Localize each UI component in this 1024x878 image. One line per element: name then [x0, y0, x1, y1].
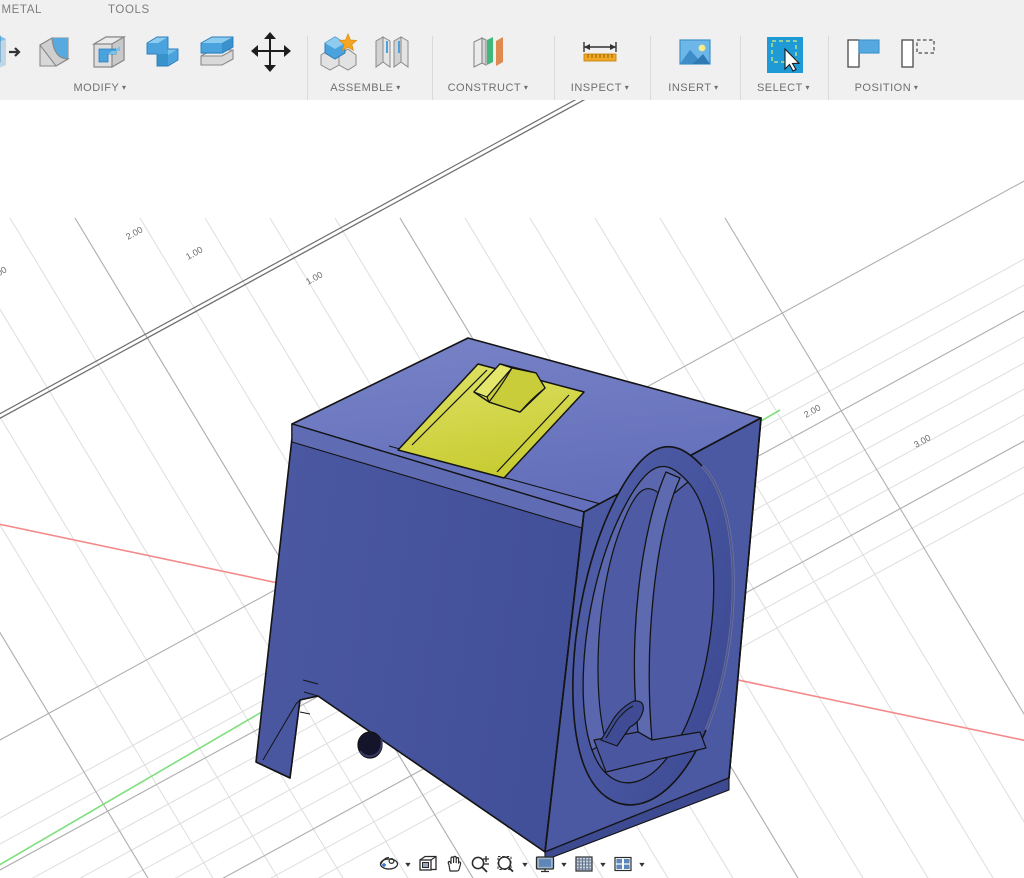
- ribbon-tab-strip: ET METAL TOOLS: [0, 0, 1024, 22]
- ribbon-panel-modify: MODIFY ▾: [0, 22, 291, 100]
- viewport-scene: 3.00 2.00 1.00 1.00 2.00 3.00: [0, 100, 1024, 878]
- chevron-down-icon[interactable]: ▾: [119, 83, 126, 92]
- chevron-down-icon[interactable]: ▾: [622, 83, 629, 92]
- select-window-button[interactable]: [757, 25, 811, 79]
- display-settings-dropdown-caret[interactable]: ▾: [558, 852, 571, 876]
- chevron-down-icon[interactable]: ▾: [803, 83, 810, 92]
- combine-button[interactable]: [136, 25, 190, 79]
- look-at-button[interactable]: [415, 852, 441, 876]
- panel-label-inspect: INSPECT: [570, 82, 622, 94]
- grid-label: 3.00: [912, 433, 932, 450]
- grid-label: 3.00: [0, 265, 8, 282]
- align-button[interactable]: [836, 25, 890, 79]
- fusion360-window: ET METAL TOOLS: [0, 0, 1024, 878]
- ribbon-panel-position: POSITION ▾: [829, 22, 944, 100]
- measure-button[interactable]: [573, 25, 627, 79]
- viewports-button[interactable]: [610, 852, 636, 876]
- press-pull-button[interactable]: [0, 25, 28, 79]
- viewports-dropdown-caret[interactable]: ▾: [636, 852, 649, 876]
- move-copy-button[interactable]: [244, 25, 298, 79]
- grid-snaps-button[interactable]: [571, 852, 597, 876]
- grid-label: 1.00: [184, 245, 204, 262]
- model-fan-shroud[interactable]: [255, 337, 762, 861]
- ribbon-toolbar: MODIFY ▾ ASSEMBLE ▾ CONSTRUCT ▾ INSPECT …: [0, 22, 1024, 108]
- canvas-viewport[interactable]: 3.00 2.00 1.00 1.00 2.00 3.00: [0, 100, 1024, 878]
- fit-button[interactable]: [493, 852, 519, 876]
- display-settings-button[interactable]: [532, 852, 558, 876]
- grid-label: 1.00: [304, 270, 324, 287]
- ribbon-panel-inspect: INSPECT ▾: [555, 22, 645, 100]
- orbit-button[interactable]: [376, 852, 402, 876]
- ribbon-panel-assemble: ASSEMBLE ▾: [308, 22, 423, 100]
- split-body-button[interactable]: [190, 25, 244, 79]
- chevron-down-icon[interactable]: ▾: [521, 83, 528, 92]
- grid-label: 2.00: [124, 225, 144, 242]
- grid-snaps-dropdown-caret[interactable]: ▾: [597, 852, 610, 876]
- insert-canvas-button[interactable]: [668, 25, 722, 79]
- new-component-button[interactable]: [311, 25, 365, 79]
- fillet-button[interactable]: [28, 25, 82, 79]
- ribbon-panel-select: SELECT ▾: [741, 22, 826, 100]
- panel-label-insert: INSERT: [668, 82, 712, 94]
- pan-button[interactable]: [441, 852, 467, 876]
- orbit-dropdown-caret[interactable]: ▾: [402, 852, 415, 876]
- tab-tools[interactable]: TOOLS: [104, 3, 154, 17]
- fit-dropdown-caret[interactable]: ▾: [519, 852, 532, 876]
- chevron-down-icon[interactable]: ▾: [711, 83, 718, 92]
- panel-label-modify: MODIFY: [73, 82, 120, 94]
- navbar-group-view: ▾: [415, 852, 532, 876]
- panel-label-assemble: ASSEMBLE: [330, 82, 394, 94]
- joint-button[interactable]: [365, 25, 419, 79]
- panel-label-position: POSITION: [854, 82, 912, 94]
- panel-label-construct: CONSTRUCT: [447, 82, 522, 94]
- position-copy-button[interactable]: [890, 25, 944, 79]
- tab-sheet-metal[interactable]: ET METAL: [0, 3, 46, 17]
- chevron-down-icon[interactable]: ▾: [394, 83, 401, 92]
- ribbon-panel-insert: INSERT ▾: [651, 22, 736, 100]
- chevron-down-icon[interactable]: ▾: [911, 83, 918, 92]
- zoom-button[interactable]: [467, 852, 493, 876]
- navbar-group-display: ▾ ▾ ▾: [532, 852, 649, 876]
- shell-button[interactable]: [82, 25, 136, 79]
- offset-plane-button[interactable]: [461, 25, 515, 79]
- navbar-group-orbit: ▾: [376, 852, 415, 876]
- panel-label-select: SELECT: [756, 82, 803, 94]
- ribbon-panel-construct: CONSTRUCT ▾: [433, 22, 543, 100]
